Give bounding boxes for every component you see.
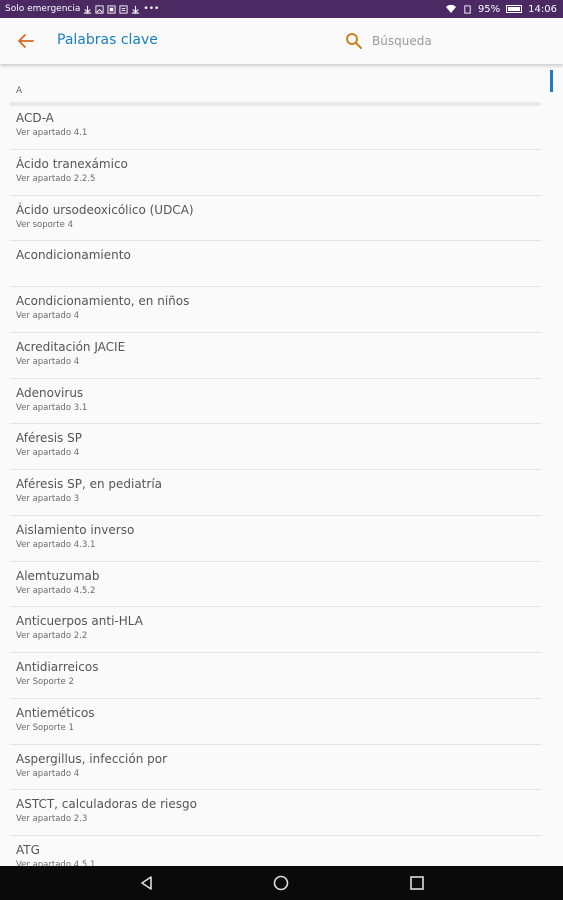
- sim-icon: [464, 4, 471, 14]
- item-reference: Ver soporte 4: [16, 219, 73, 230]
- item-reference: Ver apartado 2.3: [16, 814, 88, 825]
- item-term: Aféresis SP: [16, 431, 82, 446]
- item-term: Acreditación JACIE: [16, 339, 126, 354]
- list-item[interactable]: Alemtuzumab Ver apartado 4.5.2: [10, 562, 541, 608]
- wifi-icon: [445, 4, 456, 14]
- more-icon: •••: [143, 4, 160, 14]
- list-item[interactable]: Antieméticos Ver Soporte 1: [10, 699, 541, 745]
- item-term: Aspergillus, infección por: [16, 751, 168, 766]
- item-term: Acondicionamiento: [16, 248, 131, 263]
- item-term: Alemtuzumab: [16, 568, 100, 583]
- list-item[interactable]: Aféresis SP, en pediatría Ver apartado 3: [10, 470, 541, 516]
- item-term: Antieméticos: [16, 705, 95, 720]
- item-term: ACD-A: [16, 111, 54, 125]
- item-term: Anticuerpos anti-HLA: [16, 614, 143, 629]
- search-input[interactable]: [372, 30, 552, 52]
- item-term: Ácido tranexámico: [16, 156, 128, 171]
- image-icon: [95, 4, 104, 14]
- download-icon: [132, 5, 140, 14]
- app-bar: Palabras clave: [0, 18, 563, 64]
- list-item[interactable]: Aféresis SP Ver apartado 4: [10, 424, 541, 470]
- list-item[interactable]: Acondicionamiento, en niños Ver apartado …: [10, 287, 541, 333]
- list-item[interactable]: Antidiarreicos Ver Soporte 2: [10, 653, 541, 699]
- item-reference: Ver apartado 4: [16, 356, 80, 367]
- list-item[interactable]: Acondicionamiento: [10, 241, 541, 287]
- clock: 14:06: [528, 3, 557, 15]
- list-item[interactable]: ATG Ver apartado 4.5.1: [10, 836, 541, 866]
- gallery-icon: [107, 4, 116, 14]
- home-circle-icon[interactable]: [273, 875, 289, 891]
- navigation-bar: [0, 866, 563, 900]
- item-reference: Ver apartado 3.1: [16, 402, 88, 413]
- download-icon: [84, 5, 92, 14]
- back-triangle-icon[interactable]: [139, 875, 155, 891]
- item-term: Adenovirus: [16, 385, 84, 400]
- carrier-text: Solo emergencia: [5, 4, 81, 14]
- keyword-list[interactable]: A ACD-A Ver apartado 4.1 Ácido tranexámic…: [0, 66, 563, 866]
- item-reference: Ver apartado 4.5.1: [16, 860, 96, 866]
- item-reference: Ver Soporte 2: [16, 677, 74, 687]
- item-reference: Ver Soporte 1: [16, 722, 74, 733]
- item-term: Aféresis SP, en pediatría: [16, 477, 163, 491]
- page-title: Palabras clave: [57, 32, 158, 48]
- item-reference: Ver apartado 4.5.2: [16, 585, 96, 596]
- battery-icon: [506, 5, 523, 13]
- item-reference: Ver apartado 4.1: [16, 128, 88, 138]
- item-term: Aislamiento inverso: [16, 522, 135, 537]
- document-icon: [119, 4, 128, 14]
- item-term: Ácido ursodeoxicólico (UDCA): [16, 202, 194, 217]
- list-item[interactable]: Aislamiento inverso Ver apartado 4.3.1: [10, 516, 541, 562]
- item-reference: Ver apartado 2.2.5: [16, 173, 96, 184]
- item-term: ATG: [16, 843, 40, 857]
- list-item[interactable]: Anticuerpos anti-HLA Ver apartado 2.2: [10, 607, 541, 653]
- item-reference: Ver apartado 2.2: [16, 631, 88, 642]
- status-bar: Solo emergencia ••• 95% 14:06: [0, 0, 563, 18]
- item-reference: Ver apartado 3: [16, 494, 80, 504]
- list-item[interactable]: Aspergillus, infección por Ver apartado 4: [10, 745, 541, 791]
- item-reference: Ver apartado 4: [16, 768, 80, 779]
- list-item[interactable]: ASTCT, calculadoras de riesgo Ver apartad…: [10, 790, 541, 836]
- list-item[interactable]: Ácido tranexámico Ver apartado 2.2.5: [10, 150, 541, 196]
- battery-percent: 95%: [477, 3, 501, 15]
- item-term: Antidiarreicos: [16, 660, 99, 674]
- list-item[interactable]: Adenovirus Ver apartado 3.1: [10, 379, 541, 425]
- recents-square-icon[interactable]: [409, 875, 425, 891]
- item-term: Acondicionamiento, en niños: [16, 294, 190, 308]
- item-reference: Ver apartado 4: [16, 311, 80, 321]
- item-reference: Ver apartado 4: [16, 448, 80, 459]
- list-item[interactable]: ACD-A Ver apartado 4.1: [10, 104, 541, 150]
- item-term: ASTCT, calculadoras de riesgo: [16, 797, 197, 812]
- back-arrow-icon[interactable]: [14, 30, 38, 52]
- search-icon[interactable]: [345, 32, 363, 50]
- scrollbar[interactable]: [550, 70, 553, 92]
- list-item[interactable]: Ácido ursodeoxicólico (UDCA) Ver soporte …: [10, 196, 541, 242]
- section-header: A: [10, 82, 541, 106]
- list-item[interactable]: Acreditación JACIE Ver apartado 4: [10, 333, 541, 379]
- item-reference: Ver apartado 4.3.1: [16, 539, 96, 550]
